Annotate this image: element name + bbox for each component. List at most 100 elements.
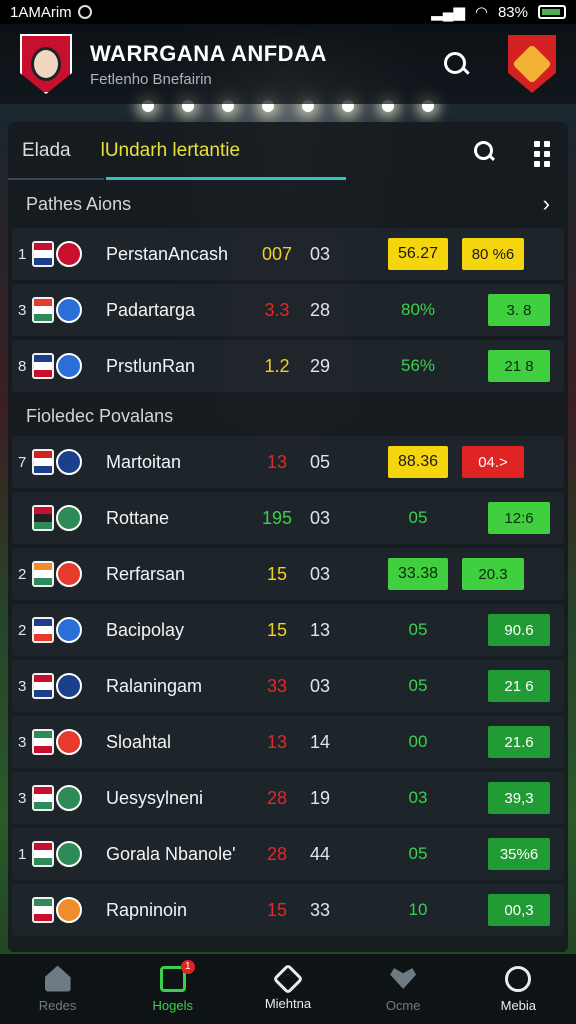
odds-chip-button[interactable]: 04.> [462, 446, 524, 478]
nav-item-mebia[interactable]: Mebia [468, 965, 568, 1013]
nav-item-hogels[interactable]: 1 Hogels [123, 959, 223, 1013]
rank-number: 3 [18, 301, 27, 319]
stat-secondary: 03 [309, 243, 331, 264]
bottom-nav: Redes 1 Hogels Miehtna Ocme Mebia [0, 954, 576, 1024]
team-flags [32, 617, 96, 643]
odds-chip-button[interactable]: 21.6 [488, 726, 550, 758]
odds-button[interactable]: 88.36 [388, 446, 448, 478]
stat-secondary: 13 [309, 619, 331, 640]
odds-chip-button[interactable]: 3. 8 [488, 294, 550, 326]
stat-percentage: 56% [400, 356, 436, 375]
stat-primary: 33 [266, 675, 288, 696]
odds-chip-button[interactable]: 20.3 [462, 558, 524, 590]
signal-icon: ▂▄▆ [431, 4, 465, 21]
rank-number: 3 [18, 789, 27, 807]
team-name: Sloahtal [106, 731, 172, 752]
stat-secondary: 44 [309, 843, 331, 864]
tab-divider [8, 178, 104, 180]
odds-chip-button[interactable]: 21 6 [488, 670, 550, 702]
match-row[interactable]: 1 PerstanAncash 007 03 56.27 80 %6 [12, 228, 564, 280]
club-badge-icon [56, 673, 82, 699]
flag-icon [32, 561, 54, 587]
rank-number: 1 [18, 845, 27, 863]
stat-secondary: 03 [309, 563, 331, 584]
team-name: Bacipolay [106, 619, 185, 640]
flag-icon [32, 673, 54, 699]
odds-chip-button[interactable]: 80 %6 [462, 238, 524, 270]
match-row[interactable]: Rapninoin 15 33 10 00,3 [12, 884, 564, 936]
team-name: Rapninoin [106, 899, 188, 920]
flag-icon [32, 897, 54, 923]
match-row[interactable]: 3 Sloahtal 13 14 00 21.6 [12, 716, 564, 768]
battery-percent: 83% [497, 3, 528, 21]
nav-item-redes[interactable]: Redes [8, 965, 108, 1013]
club-badge-icon [56, 617, 82, 643]
club-badge-icon [56, 297, 82, 323]
flag-icon [32, 241, 54, 267]
match-row[interactable]: 3 Uesysylneni 28 19 03 39,3 [12, 772, 564, 824]
flag-icon [32, 353, 54, 379]
odds-chip-button[interactable]: 90.6 [488, 614, 550, 646]
rank-number: 1 [18, 245, 27, 263]
match-list-first: 1 PerstanAncash 007 03 56.27 80 %6 3 Padartarga… [8, 228, 568, 392]
odds-button[interactable]: 56.27 [388, 238, 448, 270]
stat-primary: 28 [266, 843, 288, 864]
heart-icon [390, 968, 417, 989]
tab-search-icon[interactable] [472, 139, 496, 163]
grid-menu-icon[interactable] [534, 141, 554, 167]
club-badge-icon [56, 561, 82, 587]
flag-icon [32, 785, 54, 811]
nav-label: Miehtna [264, 995, 312, 1011]
match-row[interactable]: 8 PrstlunRan 1.2 29 56% 21 8 [12, 340, 564, 392]
odds-chip-button[interactable]: 35%6 [488, 838, 550, 870]
match-row[interactable]: 3 Padartarga 3.3 28 80% 3. 8 [12, 284, 564, 336]
tab-lundarh-lertantie[interactable]: lUndarh lertantie [101, 140, 240, 162]
odds-chip-button[interactable]: 39,3 [488, 782, 550, 814]
nav-label: Redes [38, 997, 77, 1013]
nav-label: Hogels [152, 997, 194, 1013]
section-header-first[interactable]: Pathes Aions › [8, 180, 568, 228]
odds-chip-button[interactable]: 00,3 [488, 894, 550, 926]
team-flags [32, 729, 96, 755]
league-crest-icon[interactable] [508, 35, 556, 93]
stat-secondary: 03 [309, 507, 331, 528]
odds-chip-button[interactable]: 21 8 [488, 350, 550, 382]
chevron-right-icon[interactable]: › [543, 191, 550, 217]
stat-percentage: 80% [400, 300, 436, 319]
club-badge-icon [56, 449, 82, 475]
flag-icon [32, 297, 54, 323]
team-flags [32, 897, 96, 923]
club-crest-logo[interactable] [20, 34, 72, 94]
flag-icon [32, 449, 54, 475]
team-flags [32, 241, 96, 267]
rank-number: 2 [18, 565, 27, 583]
nav-label: Ocme [385, 997, 421, 1013]
rank-number: 3 [18, 677, 27, 695]
tab-bar: Elada lUndarh lertantie [8, 122, 568, 180]
team-flags [32, 785, 96, 811]
match-row[interactable]: Rottane 195 03 05 12:6 [12, 492, 564, 544]
rank-number: 3 [18, 733, 27, 751]
section-title: Pathes Aions [26, 193, 132, 214]
odds-button[interactable]: 33.38 [388, 558, 448, 590]
match-row[interactable]: 3 Ralaningam 33 03 05 21 6 [12, 660, 564, 712]
notification-icon [77, 5, 92, 19]
stat-secondary: 33 [309, 899, 331, 920]
nav-item-miehtna[interactable]: Miehtna [238, 962, 338, 1011]
standings-card: Elada lUndarh lertantie Pathes Aions › 1… [8, 122, 568, 952]
stat-secondary: 05 [309, 451, 331, 472]
search-icon[interactable] [438, 46, 474, 82]
team-flags [32, 673, 96, 699]
match-row[interactable]: 1 Gorala Nbanole' 28 44 05 35%6 [12, 828, 564, 880]
match-row[interactable]: 2 Bacipolay 15 13 05 90.6 [12, 604, 564, 656]
team-name: Rerfarsan [106, 563, 186, 584]
nav-item-ocme[interactable]: Ocme [353, 966, 453, 1013]
notification-badge: 1 [180, 959, 195, 974]
odds-chip-button[interactable]: 12:6 [488, 502, 550, 534]
match-row[interactable]: 2 Rerfarsan 15 03 33.38 20.3 [12, 548, 564, 600]
stat-percentage: 05 [408, 620, 428, 639]
section-header-second: Fioledec Povalans [8, 396, 568, 436]
tab-elada[interactable]: Elada [22, 140, 71, 162]
match-row[interactable]: 7 Martoitan 13 05 88.36 04.> [12, 436, 564, 488]
battery-icon [538, 5, 566, 19]
